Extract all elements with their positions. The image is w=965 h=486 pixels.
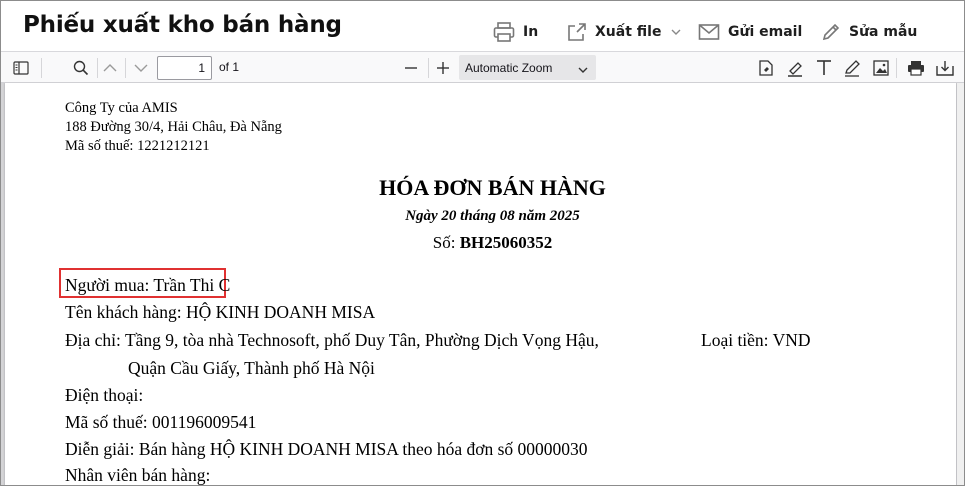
export-label: Xuất file bbox=[595, 24, 662, 40]
zoom-out-icon[interactable] bbox=[399, 56, 423, 80]
invoice-title: HÓA ĐƠN BÁN HÀNG bbox=[379, 175, 606, 200]
next-page-icon[interactable] bbox=[129, 56, 153, 80]
buyer-name: Người mua: Trần Thi C bbox=[65, 275, 231, 295]
invoice-date: Ngày 20 tháng 08 năm 2025 bbox=[405, 208, 580, 224]
stamp-icon[interactable] bbox=[754, 56, 778, 80]
customer-address: Địa chỉ: Tầng 9, tòa nhà Technosoft, phố… bbox=[65, 330, 599, 350]
download-icon[interactable] bbox=[933, 56, 957, 80]
customer-phone: Điện thoại: bbox=[65, 385, 144, 405]
print-button[interactable]: In bbox=[493, 18, 538, 46]
envelope-icon bbox=[698, 23, 720, 41]
image-icon[interactable] bbox=[869, 56, 893, 80]
pdf-viewer[interactable]: Công Ty của AMIS 188 Đường 30/4, Hải Châ… bbox=[1, 83, 964, 485]
chevron-down-icon bbox=[578, 63, 588, 77]
zoom-select[interactable]: Automatic Zoom bbox=[459, 55, 596, 80]
send-email-button[interactable]: Gửi email bbox=[698, 18, 802, 46]
vertical-scrollbar[interactable] bbox=[957, 83, 964, 485]
pdf-page: Công Ty của AMIS 188 Đường 30/4, Hải Châ… bbox=[5, 83, 956, 485]
printer-icon bbox=[493, 22, 515, 42]
edit-template-label: Sửa mẫu bbox=[849, 24, 918, 40]
invoice-number-label: Số: bbox=[432, 233, 456, 252]
company-name: Công Ty của AMIS bbox=[65, 100, 178, 116]
chevron-down-icon bbox=[671, 28, 681, 36]
zoom-in-icon[interactable] bbox=[431, 56, 455, 80]
text-icon[interactable] bbox=[812, 56, 836, 80]
draw-icon[interactable] bbox=[840, 56, 864, 80]
zoom-value: Automatic Zoom bbox=[465, 60, 553, 75]
customer-tax-code: Mã số thuế: 001196009541 bbox=[65, 412, 257, 432]
currency: Loại tiền: VND bbox=[701, 330, 811, 350]
invoice-number-value: BH25060352 bbox=[459, 233, 553, 252]
toolbar-divider bbox=[896, 58, 897, 78]
page-header: Phiếu xuất kho bán hàng In Xuất file Gửi… bbox=[1, 1, 964, 51]
search-icon[interactable] bbox=[69, 56, 93, 80]
edit-template-button[interactable]: Sửa mẫu bbox=[821, 18, 917, 46]
salesperson: Nhân viên bán hàng: bbox=[65, 465, 211, 485]
page-number-input[interactable] bbox=[157, 56, 212, 80]
toolbar-divider bbox=[125, 58, 126, 78]
export-file-button[interactable]: Xuất file bbox=[567, 18, 681, 46]
previous-page-icon[interactable] bbox=[98, 56, 122, 80]
export-icon bbox=[567, 22, 587, 42]
invoice-number: Số: BH25060352 bbox=[5, 233, 964, 253]
highlight-icon[interactable] bbox=[783, 56, 807, 80]
pdf-toolbar: of 1 Automatic Zoom bbox=[1, 51, 964, 83]
window: Phiếu xuất kho bán hàng In Xuất file Gửi… bbox=[0, 0, 965, 486]
toolbar-divider bbox=[428, 58, 429, 78]
company-tax-code: Mã số thuế: 1221212121 bbox=[65, 138, 210, 154]
sidebar-toggle-icon[interactable] bbox=[9, 56, 33, 80]
pencil-icon bbox=[821, 22, 841, 42]
email-label: Gửi email bbox=[728, 24, 803, 40]
customer-address-line2: Quận Cầu Giấy, Thành phố Hà Nội bbox=[128, 358, 375, 378]
print-label: In bbox=[523, 24, 539, 40]
page-title: Phiếu xuất kho bán hàng bbox=[23, 12, 342, 38]
print-icon[interactable] bbox=[904, 56, 928, 80]
customer-name: Tên khách hàng: HỘ KINH DOANH MISA bbox=[65, 302, 376, 322]
invoice-description: Diễn giải: Bán hàng HỘ KINH DOANH MISA t… bbox=[65, 439, 588, 459]
page-count-label: of 1 bbox=[219, 60, 240, 74]
company-address: 188 Đường 30/4, Hải Châu, Đà Nẵng bbox=[65, 119, 282, 135]
toolbar-divider bbox=[41, 58, 42, 78]
